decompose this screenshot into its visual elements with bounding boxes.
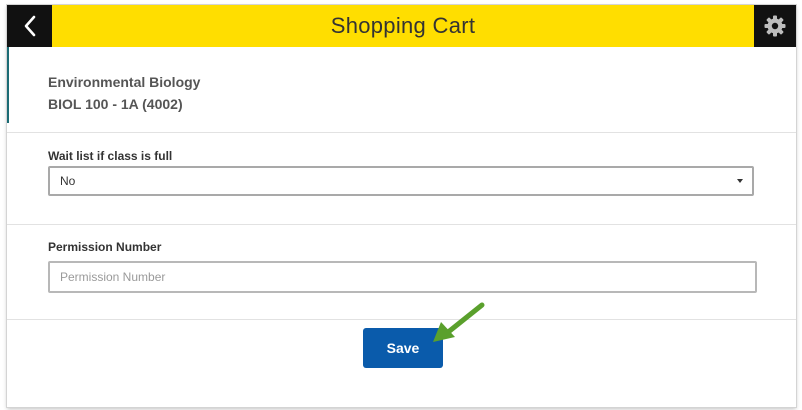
waitlist-select[interactable]: No — [48, 166, 754, 196]
divider — [7, 224, 796, 225]
mobile-app-frame: Shopping Cart Environmental Biology BIOL… — [7, 5, 796, 407]
chevron-left-icon — [24, 15, 35, 37]
waitlist-selected-value: No — [60, 174, 76, 188]
caret-down-icon — [737, 179, 743, 183]
permission-number-input[interactable] — [48, 261, 757, 293]
app-header: Shopping Cart — [7, 5, 796, 47]
divider — [7, 319, 796, 320]
settings-button[interactable] — [754, 5, 796, 47]
divider — [7, 132, 796, 133]
annotation-arrow-icon — [433, 302, 485, 342]
gear-icon — [764, 15, 786, 37]
course-name: Environmental Biology — [48, 74, 201, 90]
selection-accent-bar — [7, 47, 9, 123]
back-button[interactable] — [7, 5, 52, 47]
waitlist-label: Wait list if class is full — [48, 149, 173, 163]
permission-number-label: Permission Number — [48, 240, 162, 254]
course-info: Environmental Biology BIOL 100 - 1A (400… — [48, 71, 200, 115]
course-section: BIOL 100 - 1A (4002) — [48, 96, 183, 112]
page-title: Shopping Cart — [330, 13, 476, 38]
